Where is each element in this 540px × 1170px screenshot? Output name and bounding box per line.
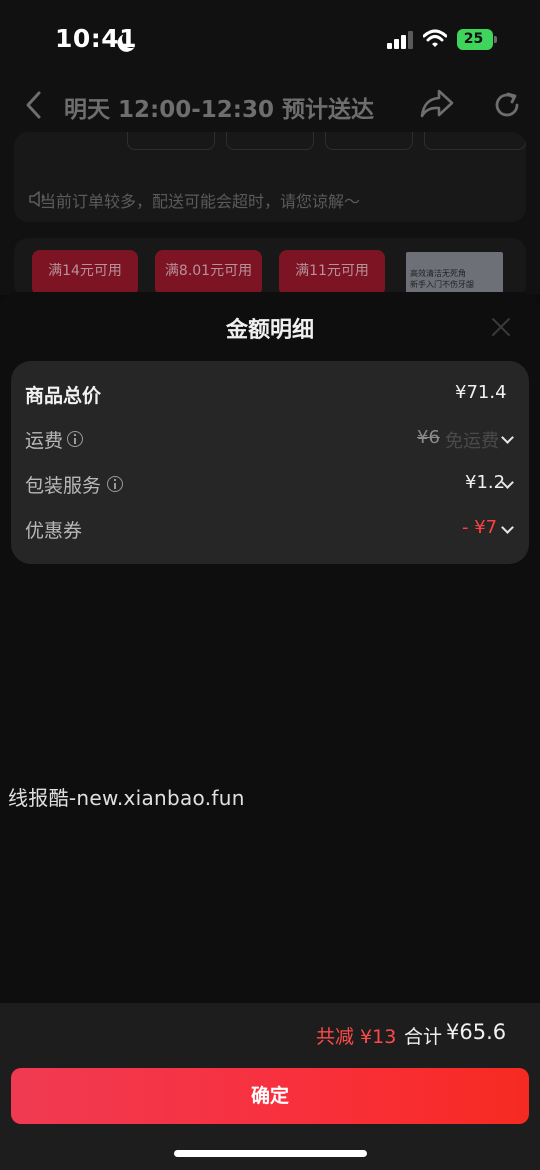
watermark-text: 线报酷-new.xianbao.fun xyxy=(8,786,245,810)
nav-title: 明天 12:00-12:30 预计送达 xyxy=(64,97,374,123)
sheet-title: 金额明细 xyxy=(225,318,314,343)
background-chip xyxy=(424,132,526,150)
back-arrow-icon[interactable] xyxy=(20,90,50,120)
checkout-footer: 共减 ¥13 合计 ¥65.6 确定 xyxy=(0,1003,540,1170)
total-amount: ¥65.6 xyxy=(446,1020,507,1044)
row-label: 运费 xyxy=(25,430,64,452)
total-saved: 共减 ¥13 xyxy=(316,1026,397,1048)
row-delivery-fee[interactable]: 运费 ¥6 免运费 xyxy=(25,424,515,454)
wifi-icon xyxy=(423,29,447,47)
product-ad-thumbnail[interactable]: 高效清洁无死角 新手入门不伤牙龈 xyxy=(406,252,503,295)
row-label: 优惠券 xyxy=(25,520,83,542)
row-packaging-service[interactable]: 包装服务 ¥1.2 xyxy=(25,469,515,499)
coupon-chip[interactable]: 满8.01元可用 xyxy=(155,250,262,295)
delivery-fee-original: ¥6 xyxy=(417,427,440,448)
battery-level: 25 xyxy=(463,31,484,47)
status-bar: 10:41 25 xyxy=(0,0,540,80)
row-coupon[interactable]: 优惠券 - ¥7 xyxy=(25,514,515,544)
chevron-down-icon[interactable] xyxy=(501,521,514,534)
background-chip xyxy=(226,132,314,150)
free-delivery-note: 免运费 xyxy=(445,431,499,452)
ad-text-line: 新手入门不伤牙龈 xyxy=(410,280,474,289)
background-chip xyxy=(325,132,413,150)
coupon-strip: 满14元可用 满8.01元可用 满11元可用 高效清洁无死角 新手入门不伤牙龈 xyxy=(14,238,526,295)
row-label: 包装服务 xyxy=(25,475,102,497)
amount-detail-card: 商品总价 ¥71.4 运费 ¥6 免运费 包装服务 ¥1.2 优惠券 - ¥7 xyxy=(11,361,529,564)
background-chip xyxy=(127,132,215,150)
delivery-notice: 当前订单较多，配送可能会超时，请您谅解～ xyxy=(40,192,361,211)
share-icon[interactable] xyxy=(419,88,455,120)
chevron-down-icon[interactable] xyxy=(501,431,514,444)
info-icon[interactable] xyxy=(67,431,83,447)
coupon-discount-value: - ¥7 xyxy=(462,517,498,538)
close-icon[interactable] xyxy=(490,316,512,338)
info-icon[interactable] xyxy=(107,476,123,492)
battery-icon: 25 xyxy=(457,29,497,50)
ad-text-line: 高效清洁无死角 xyxy=(410,269,466,278)
confirm-button[interactable]: 确定 xyxy=(11,1068,529,1124)
home-indicator[interactable] xyxy=(174,1150,367,1157)
coupon-chip[interactable]: 满14元可用 xyxy=(32,250,138,295)
total-label: 合计 xyxy=(404,1026,443,1048)
background-page: 明天 12:00-12:30 预计送达 当前订单较多，配送可能会超时，请您谅解～… xyxy=(0,80,540,295)
coupon-chip[interactable]: 满11元可用 xyxy=(279,250,385,295)
signal-icon xyxy=(387,31,413,49)
row-label: 商品总价 xyxy=(25,385,102,407)
packaging-fee-value: ¥1.2 xyxy=(465,472,506,493)
goods-total-value: ¥71.4 xyxy=(455,382,507,403)
refresh-icon[interactable] xyxy=(493,91,521,119)
row-goods-total: 商品总价 ¥71.4 xyxy=(25,379,515,409)
